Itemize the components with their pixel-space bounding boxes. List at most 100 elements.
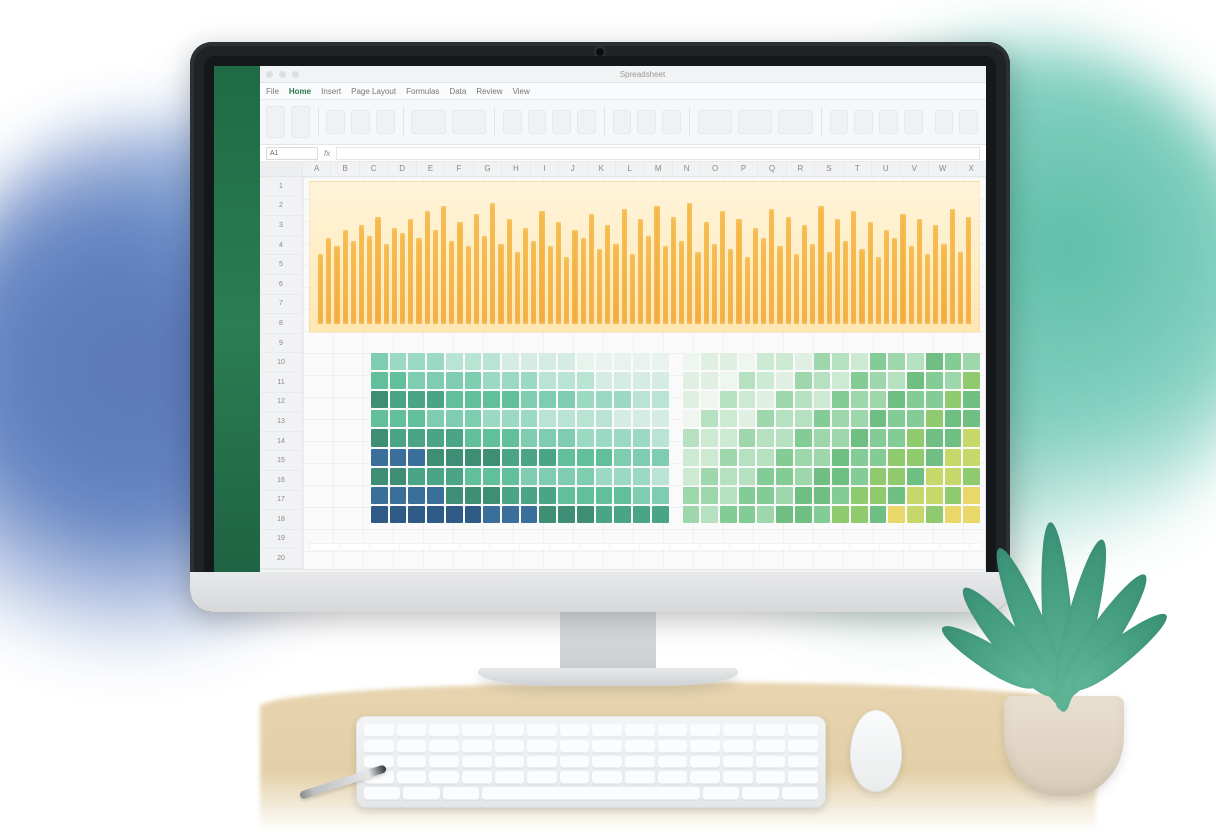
ribbon-tab[interactable]: File xyxy=(266,87,279,96)
ribbon-button[interactable] xyxy=(904,110,923,134)
monitor-chin xyxy=(190,572,1010,612)
ribbon-button[interactable] xyxy=(411,110,445,134)
ribbon-button[interactable] xyxy=(552,110,571,134)
ribbon-tab[interactable]: Page Layout xyxy=(351,87,396,96)
formula-input[interactable] xyxy=(336,147,980,160)
column-header[interactable]: J xyxy=(559,162,587,176)
ribbon-tab[interactable]: Data xyxy=(449,87,466,96)
mouse xyxy=(850,710,902,792)
ribbon-button[interactable] xyxy=(778,110,812,134)
ribbon-tab[interactable]: View xyxy=(513,87,530,96)
cells-area[interactable] xyxy=(303,177,986,569)
heatmap-cell xyxy=(465,353,482,370)
ribbon-button[interactable] xyxy=(698,110,732,134)
heatmap-cell xyxy=(633,391,650,408)
column-header[interactable]: X xyxy=(957,162,985,176)
column-header[interactable]: K xyxy=(588,162,616,176)
column-header[interactable]: M xyxy=(644,162,672,176)
ribbon-button[interactable] xyxy=(528,110,547,134)
column-header[interactable]: S xyxy=(815,162,843,176)
ribbon-button[interactable] xyxy=(879,110,898,134)
ribbon-button[interactable] xyxy=(738,110,772,134)
formula-bar: A1 fx xyxy=(214,145,986,162)
row-header[interactable]: 13 xyxy=(260,412,302,432)
ribbon-button[interactable] xyxy=(637,110,656,134)
ribbon-button[interactable] xyxy=(830,110,849,134)
heatmap-cell xyxy=(814,372,831,389)
column-header[interactable]: P xyxy=(730,162,758,176)
column-header[interactable]: G xyxy=(474,162,502,176)
column-header[interactable]: C xyxy=(360,162,388,176)
select-all-corner[interactable] xyxy=(260,162,303,176)
ribbon-button[interactable] xyxy=(613,110,632,134)
column-header[interactable]: A xyxy=(303,162,331,176)
row-header[interactable]: 15 xyxy=(260,451,302,471)
heatmap-right[interactable] xyxy=(683,353,981,523)
heatmap-cell xyxy=(926,506,943,523)
row-header[interactable]: 16 xyxy=(260,471,302,491)
column-header[interactable]: U xyxy=(872,162,900,176)
column-header[interactable]: O xyxy=(701,162,729,176)
ribbon-button[interactable] xyxy=(376,110,395,134)
column-header[interactable]: N xyxy=(673,162,701,176)
ribbon-button[interactable] xyxy=(291,106,310,138)
heatmap-cell xyxy=(926,410,943,427)
window-control[interactable] xyxy=(292,71,299,78)
heatmap-cell xyxy=(483,506,500,523)
ribbon-tab[interactable]: Insert xyxy=(321,87,341,96)
name-box[interactable]: A1 xyxy=(266,147,318,160)
column-header[interactable]: W xyxy=(929,162,957,176)
ribbon-button[interactable] xyxy=(503,110,522,134)
ribbon-button[interactable] xyxy=(662,110,681,134)
column-header[interactable]: V xyxy=(901,162,929,176)
empty-grid-region[interactable] xyxy=(309,543,980,549)
heatmap-cell xyxy=(596,429,613,446)
column-header[interactable]: L xyxy=(616,162,644,176)
column-header[interactable]: D xyxy=(388,162,416,176)
chart-bar xyxy=(572,230,577,324)
chart-bar xyxy=(466,246,471,324)
ribbon-button[interactable] xyxy=(452,110,486,134)
heatmap-cell xyxy=(446,468,463,485)
heatmap-cell xyxy=(596,487,613,504)
heatmap-cell xyxy=(795,506,812,523)
row-header[interactable]: 18 xyxy=(260,510,302,530)
ribbon-button[interactable] xyxy=(854,110,873,134)
row-header[interactable]: 17 xyxy=(260,491,302,511)
column-header[interactable]: E xyxy=(417,162,445,176)
row-header[interactable]: 12 xyxy=(260,393,302,413)
heatmap-cell xyxy=(427,372,444,389)
ribbon-button[interactable] xyxy=(577,110,596,134)
ribbon-tab[interactable]: Home xyxy=(289,87,311,96)
heatmap-cell xyxy=(652,429,669,446)
column-header[interactable]: H xyxy=(502,162,530,176)
row-header[interactable]: 10 xyxy=(260,353,302,373)
column-header[interactable]: B xyxy=(331,162,359,176)
column-header[interactable]: Q xyxy=(758,162,786,176)
row-header[interactable]: 20 xyxy=(260,549,302,569)
heatmap-cell xyxy=(888,372,905,389)
heatmap-cell xyxy=(596,353,613,370)
row-header[interactable]: 19 xyxy=(260,530,302,550)
ribbon-button[interactable] xyxy=(935,110,954,134)
row-header[interactable]: 11 xyxy=(260,373,302,393)
ribbon-tab[interactable]: Review xyxy=(476,87,502,96)
ribbon-tab[interactable]: Formulas xyxy=(406,87,439,96)
heatmap-cell xyxy=(371,449,388,466)
ribbon-button[interactable] xyxy=(266,106,285,138)
row-header[interactable]: 14 xyxy=(260,432,302,452)
bar-chart[interactable] xyxy=(309,181,980,333)
column-header[interactable]: F xyxy=(445,162,473,176)
column-header[interactable]: R xyxy=(787,162,815,176)
column-header[interactable]: T xyxy=(844,162,872,176)
heatmap-left[interactable] xyxy=(371,353,669,523)
row-header[interactable]: 9 xyxy=(260,334,302,354)
heatmap-cell xyxy=(577,449,594,466)
heatmap-cell xyxy=(795,449,812,466)
ribbon-button[interactable] xyxy=(351,110,370,134)
window-control[interactable] xyxy=(266,71,273,78)
ribbon-button[interactable] xyxy=(326,110,345,134)
window-control[interactable] xyxy=(279,71,286,78)
ribbon-button[interactable] xyxy=(959,110,978,134)
column-header[interactable]: I xyxy=(531,162,559,176)
